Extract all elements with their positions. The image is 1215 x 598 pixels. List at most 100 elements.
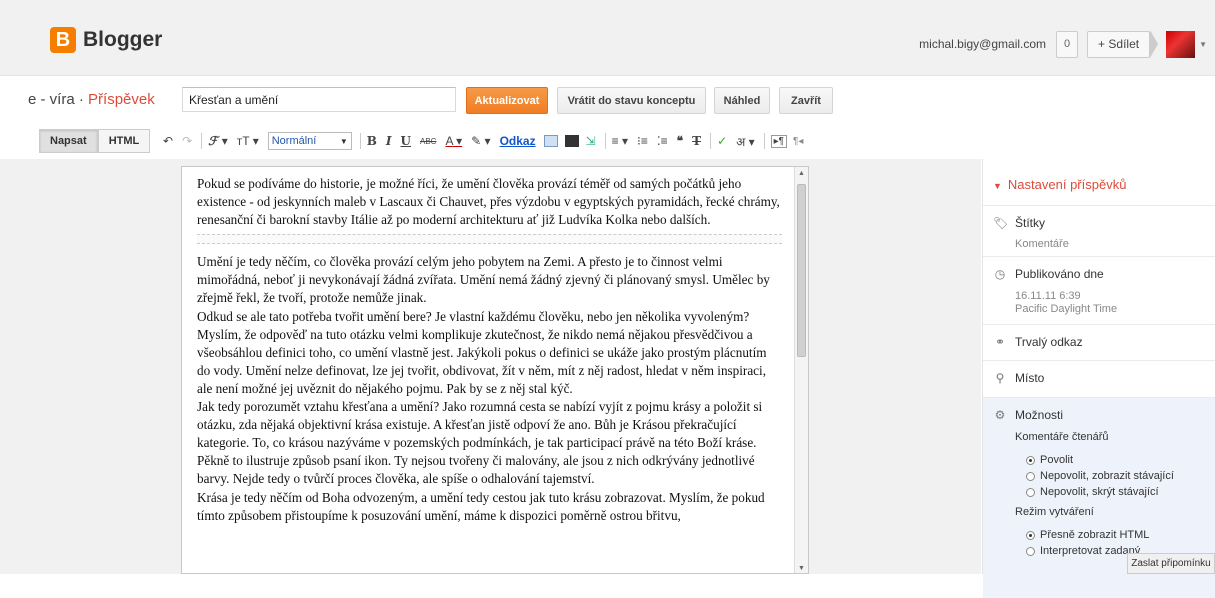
highlight-color-icon[interactable]: ✎ ▾ [471,134,490,148]
input-tools-icon[interactable]: अ ▾ [736,133,755,150]
published-date: 16.11.11 6:39 [1015,290,1081,302]
blogger-b-icon: B [50,27,76,53]
close-button[interactable]: Zavřít [779,87,833,114]
labels-section[interactable]: 🏷 Štítky Komentáře [983,206,1215,257]
bullet-list-icon[interactable]: ⁚≡ [657,134,668,148]
right-to-left-icon[interactable]: ¶◂ [793,136,803,147]
chevron-down-icon: ▼ [339,136,348,146]
editor-toolbar: Napsat HTML ↶ ↷ ℱ ▾ тT ▾ Normální ▼ B I U… [0,121,1215,159]
underline-icon[interactable]: U [401,134,411,148]
body-paragraph: Krása je tedy něčím od Boha odvozeným, a… [197,489,765,523]
bold-icon[interactable]: B [367,134,377,148]
avatar[interactable] [1166,30,1196,58]
comments-disallow-show-label: Nepovolit, zobrazit stávající [1040,470,1174,482]
options-title: Možnosti [1015,408,1064,422]
share-count-arrow [1150,30,1159,58]
labels-title: Štítky [1015,216,1046,230]
top-bar: B Blogger michal.bigy@gmail.com 0 + Sdíl… [0,0,1215,76]
compose-html-radio[interactable]: Přesně zobrazit HTML [1026,527,1215,543]
link-button[interactable]: Odkaz [500,134,536,148]
italic-icon[interactable]: I [386,134,392,148]
notification-count[interactable]: 0 [1056,30,1079,58]
location-section[interactable]: ⚲ Místo [983,361,1215,398]
update-button[interactable]: Aktualizovat [466,87,548,114]
scroll-thumb[interactable] [797,184,806,357]
share-button[interactable]: + Sdílet [1087,30,1151,58]
editor-area: Pokud se podíváme do historie, je možné … [0,159,981,574]
scroll-up-icon[interactable]: ▲ [798,170,805,177]
post-body-editor[interactable]: Pokud se podíváme do historie, je možné … [181,166,809,574]
location-title: Místo [1015,371,1045,385]
body-paragraph: Umění je tedy něčím, co člověka provází … [197,254,770,306]
paragraph-style-select[interactable]: Normální ▼ [267,132,352,150]
app-name: Blogger [83,28,163,51]
redo-icon[interactable]: ↷ [182,134,192,148]
read-more-break[interactable] [197,234,782,245]
image-icon[interactable] [543,135,558,147]
blog-name[interactable]: e - víra [28,91,75,108]
post-settings-title: Nastavení příspěvků [1007,177,1127,192]
chevron-down-icon[interactable]: ▼ [1199,40,1207,49]
left-to-right-icon[interactable]: ▸¶ [770,134,788,148]
spellcheck-icon[interactable]: ✓ [717,134,727,148]
gear-icon: ⚙ [994,408,1006,422]
jump-break-icon[interactable]: ⇲ [586,134,596,148]
tab-compose[interactable]: Napsat [39,129,98,153]
compose-html-label: Přesně zobrazit HTML [1040,529,1150,541]
comments-disallow-hide-radio[interactable]: Nepovolit, skrýt stávající [1026,484,1215,500]
chevron-down-icon: ▼ [993,181,1002,191]
radio-selected[interactable] [1026,455,1035,465]
post-title-bar: e - víra · Příspěvek Aktualizovat Vrátit… [0,77,1215,121]
post-title-input[interactable] [182,87,456,112]
published-title: Publikováno dne [1015,267,1104,281]
toolbar-divider [201,133,203,149]
tab-html[interactable]: HTML [97,129,151,153]
radio-selected[interactable] [1026,530,1035,540]
radio[interactable] [1026,487,1035,497]
formatting-tools: ↶ ↷ ℱ ▾ тT ▾ Normální ▼ B I U ABC A ▾ ✎ ▾… [163,129,812,153]
body-paragraph: Odkud se ale tato potřeba tvořit umění b… [197,308,767,396]
comments-allow-radio[interactable]: Povolit [1026,452,1215,468]
font-size-icon[interactable]: тT ▾ [237,134,259,148]
compose-mode-label: Režim vytváření [1015,506,1094,518]
comments-disallow-show-radio[interactable]: Nepovolit, zobrazit stávající [1026,468,1215,484]
preview-button[interactable]: Náhled [714,87,770,114]
body-paragraph: Jak tedy porozumět vztahu křesťana a umě… [197,399,763,487]
permalink-section[interactable]: ⚭ Trvalý odkaz [983,325,1215,361]
post-body-text[interactable]: Pokud se podíváme do historie, je možné … [197,175,782,525]
toolbar-divider [710,133,712,149]
revert-to-draft-button[interactable]: Vrátit do stavu konceptu [557,87,706,114]
numbered-list-icon[interactable]: ⁝≡ [637,134,648,148]
breadcrumb-separator: · [78,91,84,108]
permalink-title: Trvalý odkaz [1015,335,1083,349]
radio[interactable] [1026,471,1035,481]
published-section[interactable]: ◷ Publikováno dne 16.11.11 6:39 Pacific D… [983,257,1215,325]
send-feedback-button[interactable]: Zaslat připomínku [1127,553,1215,574]
scroll-down-icon[interactable]: ▼ [798,565,805,572]
undo-icon[interactable]: ↶ [163,134,173,148]
tag-icon: 🏷 [993,216,1009,230]
post-settings-sidebar: ▼ Nastavení příspěvků 🏷 Štítky Komentáře ◷… [982,159,1215,598]
toolbar-divider [763,133,765,149]
quote-icon[interactable]: ❝ [677,134,683,148]
strikethrough-icon[interactable]: ABC [420,137,436,146]
video-icon[interactable] [564,135,579,147]
clear-formatting-icon[interactable]: T [692,134,701,148]
clock-icon: ◷ [994,267,1006,281]
published-timezone: Pacific Daylight Time [1015,303,1118,315]
post-settings-heading[interactable]: ▼ Nastavení příspěvků [983,159,1215,206]
toolbar-divider [604,133,606,149]
align-icon[interactable]: ≡ ▾ [612,134,628,148]
font-family-icon[interactable]: ℱ ▾ [208,134,228,148]
mode-tabs: Napsat HTML [39,129,151,153]
account-area: michal.bigy@gmail.com 0 + Sdílet ▼ [919,30,1215,58]
text-color-icon[interactable]: A ▾ [445,134,462,148]
comments-disallow-hide-label: Nepovolit, skrýt stávající [1040,486,1159,498]
breadcrumb: e - víra · Příspěvek [28,91,155,108]
editor-scrollbar[interactable]: ▲ ▼ [794,167,808,573]
blogger-logo[interactable]: B Blogger [50,27,162,53]
intro-paragraph: Pokud se podíváme do historie, je možné … [197,176,780,228]
radio[interactable] [1026,546,1035,556]
account-email[interactable]: michal.bigy@gmail.com [919,37,1046,51]
reader-comments-label: Komentáře čtenářů [1015,431,1109,443]
